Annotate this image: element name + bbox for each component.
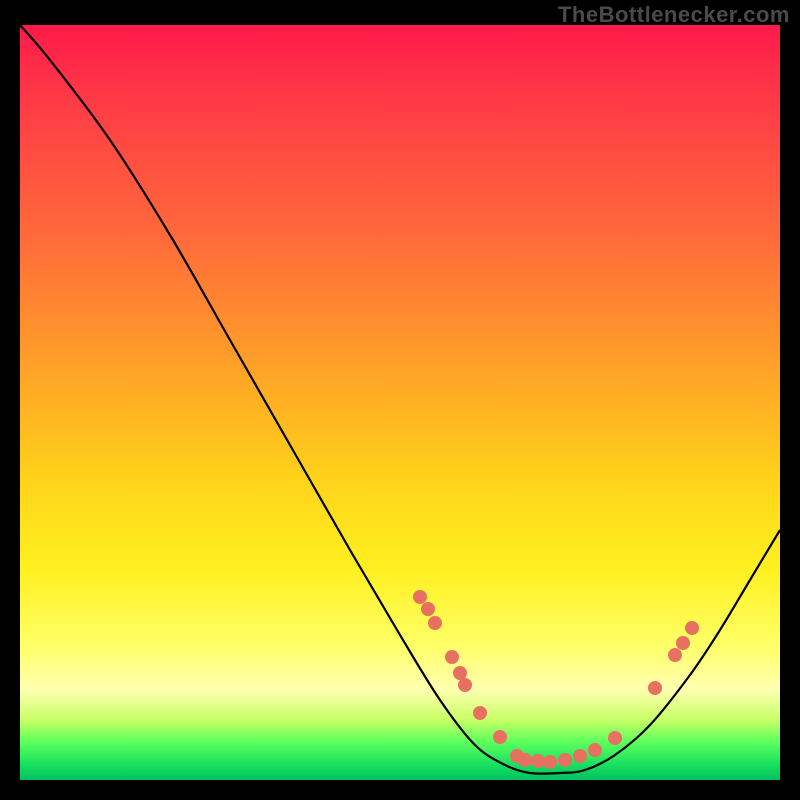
- plot-area: [20, 25, 780, 780]
- scatter-dot: [558, 753, 572, 767]
- scatter-dot: [413, 590, 427, 604]
- curve-svg: [20, 25, 780, 780]
- scatter-dot: [685, 621, 699, 635]
- scatter-dot: [428, 616, 442, 630]
- chart-frame: TheBottlenecker.com: [0, 0, 800, 800]
- scatter-dot: [573, 749, 587, 763]
- scatter-dot: [453, 666, 467, 680]
- scatter-dot: [493, 730, 507, 744]
- scatter-dot: [458, 678, 472, 692]
- scatter-dot: [518, 753, 532, 767]
- scatter-dot: [588, 743, 602, 757]
- watermark-label: TheBottlenecker.com: [558, 2, 790, 28]
- scatter-dot: [421, 602, 435, 616]
- scatter-dot: [676, 636, 690, 650]
- scatter-dot: [531, 754, 545, 768]
- scatter-group: [413, 590, 699, 769]
- scatter-dot: [543, 755, 557, 769]
- bottleneck-curve: [20, 25, 780, 774]
- scatter-dot: [473, 706, 487, 720]
- scatter-dot: [445, 650, 459, 664]
- scatter-dot: [608, 731, 622, 745]
- scatter-dot: [648, 681, 662, 695]
- scatter-dot: [668, 648, 682, 662]
